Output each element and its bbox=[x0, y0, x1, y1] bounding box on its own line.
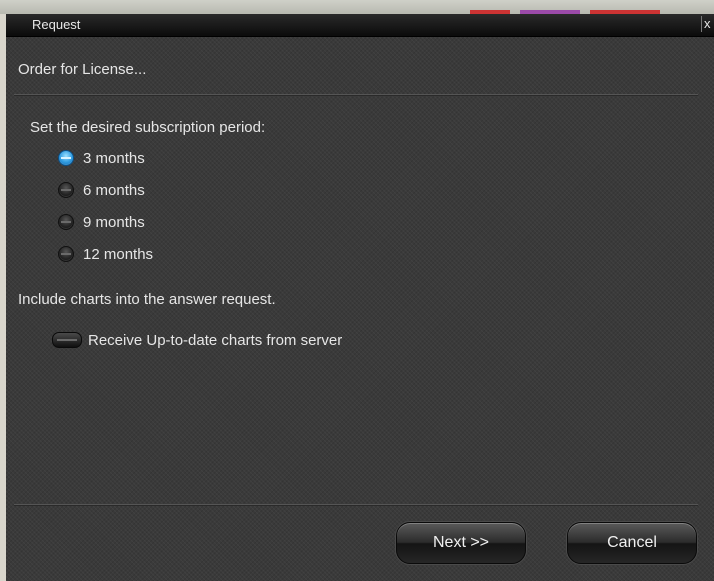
background-app-strip bbox=[0, 0, 714, 14]
checkbox-label: Receive Up-to-date charts from server bbox=[88, 331, 343, 349]
radio-option-3-months[interactable]: 3 months bbox=[58, 148, 145, 168]
charts-section-label: Include charts into the answer request. bbox=[18, 291, 276, 308]
title-bar: Request x bbox=[6, 14, 714, 37]
next-button[interactable]: Next >> bbox=[396, 522, 526, 564]
footer-divider bbox=[14, 504, 698, 506]
radio-option-6-months[interactable]: 6 months bbox=[58, 180, 145, 200]
radio-option-9-months[interactable]: 9 months bbox=[58, 212, 145, 232]
cancel-button[interactable]: Cancel bbox=[567, 522, 697, 564]
radio-label: 12 months bbox=[83, 245, 154, 263]
radio-label: 6 months bbox=[83, 181, 145, 199]
radio-label: 3 months bbox=[83, 149, 145, 167]
radio-label: 9 months bbox=[83, 213, 145, 231]
subscription-period-label: Set the desired subscription period: bbox=[30, 119, 266, 136]
radio-option-12-months[interactable]: 12 months bbox=[58, 244, 153, 264]
dialog-header: Order for License... bbox=[18, 61, 147, 78]
window-title: Request bbox=[32, 17, 81, 32]
radio-checked-icon[interactable] bbox=[58, 150, 74, 166]
divider bbox=[14, 94, 698, 96]
request-dialog: Request x Order for License... Set the d… bbox=[6, 14, 714, 581]
close-icon[interactable]: x bbox=[701, 16, 714, 32]
radio-unchecked-icon[interactable] bbox=[58, 246, 74, 262]
checkbox-unchecked-icon[interactable] bbox=[52, 332, 82, 348]
radio-unchecked-icon[interactable] bbox=[58, 214, 74, 230]
radio-unchecked-icon[interactable] bbox=[58, 182, 74, 198]
receive-charts-option[interactable]: Receive Up-to-date charts from server bbox=[52, 330, 342, 350]
